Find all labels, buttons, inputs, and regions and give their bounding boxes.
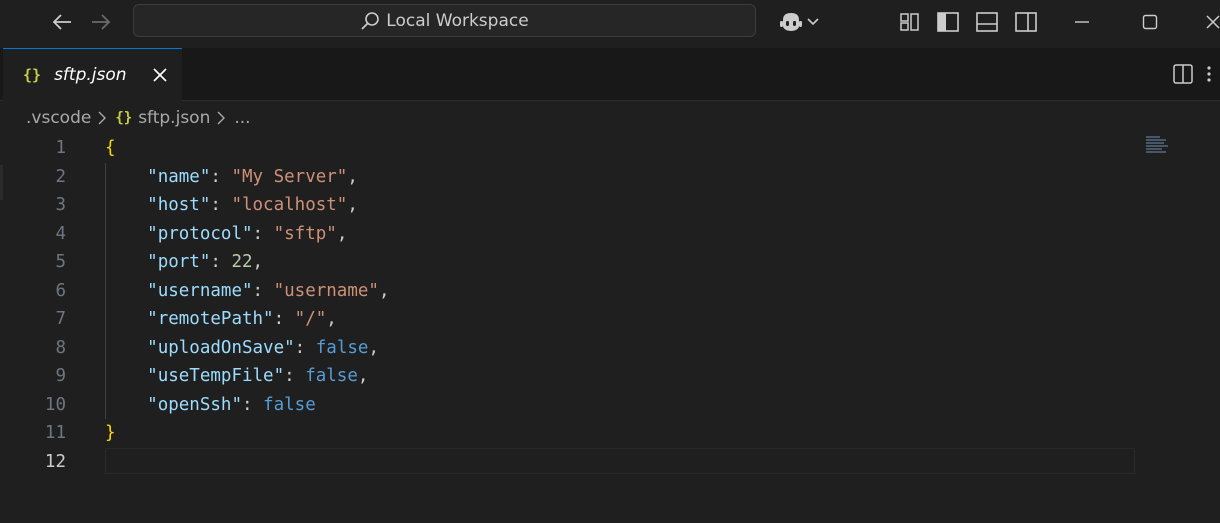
json-value: "sftp"	[273, 223, 337, 244]
json-key: "remotePath"	[147, 309, 274, 329]
code-line[interactable]: 3 "host": "localhost",	[0, 191, 1140, 220]
line-number: 5	[55, 252, 66, 272]
json-value: "My Server"	[231, 166, 348, 187]
line-number-active: 12	[44, 451, 66, 472]
json-trail: ,	[347, 195, 358, 215]
line-number: 9	[55, 366, 66, 386]
maximize-button[interactable]	[1137, 10, 1163, 34]
line-number: 7	[55, 309, 66, 329]
code-editor[interactable]: 1 { 2 "name": "My Server", 3 "host": "lo…	[0, 134, 1140, 523]
json-value: false	[263, 394, 316, 415]
tab-sftp-json[interactable]: {} sftp.json	[3, 48, 182, 101]
copilot-button[interactable]	[776, 10, 806, 34]
json-value: "localhost"	[231, 195, 348, 215]
breadcrumb-file[interactable]: sftp.json	[138, 108, 210, 128]
split-editor-button[interactable]	[1171, 62, 1195, 86]
code-line-active[interactable]: 12	[0, 448, 1140, 477]
json-key: "name"	[147, 166, 211, 187]
chevron-right-icon	[97, 111, 109, 125]
breadcrumb-folder[interactable]: .vscode	[26, 108, 91, 128]
close-icon	[1206, 15, 1220, 29]
json-key: "openSsh"	[147, 394, 242, 415]
close-window-button[interactable]	[1204, 10, 1220, 34]
search-label: Local Workspace	[386, 10, 529, 31]
back-button[interactable]	[49, 10, 75, 34]
json-key: "useTempFile"	[147, 366, 285, 386]
editor-tab-bar: {} sftp.json	[0, 48, 1220, 101]
close-brace: }	[105, 423, 116, 443]
json-trail: ,	[336, 223, 348, 244]
code-line[interactable]: 5 "port": 22,	[0, 248, 1140, 277]
json-key: "username"	[147, 280, 253, 301]
customize-layout-button[interactable]	[897, 10, 923, 34]
search-icon	[361, 11, 380, 30]
json-trail: ,	[357, 366, 369, 386]
code-line[interactable]: 7 "remotePath": "/",	[0, 305, 1140, 334]
json-value: "/"	[294, 309, 327, 329]
command-center-search[interactable]: Local Workspace	[133, 4, 756, 37]
code-line[interactable]: 8 "uploadOnSave": false,	[0, 334, 1140, 363]
code-line[interactable]: 10 "openSsh": false	[0, 391, 1140, 420]
copilot-icon	[780, 13, 802, 31]
code-line[interactable]: 6 "username": "username",	[0, 277, 1140, 306]
split-editor-icon	[1173, 64, 1193, 84]
line-number: 2	[55, 166, 66, 187]
title-bar: Local Workspace	[0, 0, 1220, 44]
minimize-button[interactable]	[1069, 10, 1095, 34]
toggle-primary-sidebar-button[interactable]	[935, 10, 961, 34]
json-trail: ,	[347, 166, 358, 187]
customize-layout-icon	[900, 13, 919, 31]
line-number: 6	[55, 280, 66, 301]
json-trail: ,	[252, 252, 264, 272]
breadcrumb-symbols[interactable]: ...	[234, 108, 250, 128]
json-trail: ,	[368, 337, 379, 358]
code-line[interactable]: 9 "useTempFile": false,	[0, 362, 1140, 391]
json-key: "protocol"	[147, 223, 253, 244]
toggle-primary-sidebar-icon	[937, 12, 959, 32]
open-brace: {	[105, 138, 116, 158]
code-line[interactable]: 2 "name": "My Server",	[0, 163, 1140, 192]
tab-close-button[interactable]	[150, 65, 170, 85]
maximize-icon	[1142, 14, 1158, 30]
toggle-secondary-sidebar-icon	[1015, 12, 1037, 32]
json-file-icon: {}	[23, 66, 42, 84]
json-key: "uploadOnSave"	[147, 337, 295, 358]
json-trail: ,	[378, 280, 390, 301]
arrow-left-icon	[52, 14, 71, 30]
breadcrumb: .vscode {} sftp.json ...	[26, 105, 251, 131]
copilot-menu-button[interactable]	[804, 10, 822, 34]
line-number: 4	[55, 223, 66, 244]
json-value: false	[315, 337, 369, 358]
tab-label: sftp.json	[54, 65, 127, 85]
ellipsis-icon	[1207, 66, 1211, 82]
json-file-icon: {}	[115, 110, 133, 126]
code-line[interactable]: 4 "protocol": "sftp",	[0, 220, 1140, 249]
toggle-panel-button[interactable]	[974, 10, 1000, 34]
json-key: "port"	[147, 252, 211, 272]
chevron-down-icon	[807, 18, 819, 26]
more-actions-button[interactable]	[1206, 62, 1220, 86]
json-value: "username"	[273, 280, 379, 301]
json-trail: ,	[326, 309, 337, 329]
json-value: false	[305, 366, 358, 386]
close-icon	[153, 68, 167, 82]
toggle-secondary-sidebar-button[interactable]	[1013, 10, 1039, 34]
json-value: 22	[231, 252, 253, 272]
line-number: 8	[55, 337, 66, 358]
line-number: 11	[44, 423, 66, 443]
chevron-right-icon	[216, 111, 228, 125]
minimize-icon	[1075, 21, 1089, 23]
json-key: "host"	[147, 195, 211, 215]
line-number: 1	[55, 138, 66, 158]
code-line[interactable]: 1 {	[0, 134, 1140, 163]
arrow-right-icon	[92, 14, 111, 30]
forward-button[interactable]	[88, 10, 114, 34]
code-line[interactable]: 11 }	[0, 419, 1140, 448]
toggle-panel-icon	[976, 12, 998, 32]
line-number: 10	[44, 394, 66, 415]
line-number: 3	[55, 195, 66, 215]
minimap[interactable]	[1146, 136, 1168, 154]
